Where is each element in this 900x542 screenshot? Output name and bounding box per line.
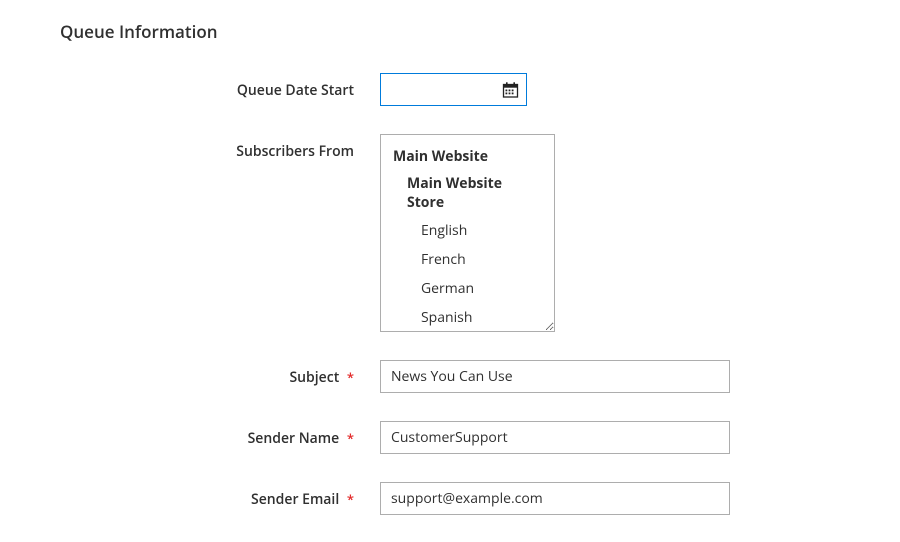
label-subject: Subject *	[60, 360, 380, 387]
listbox-option[interactable]: German	[381, 274, 554, 303]
listbox-store: Main Website Store	[381, 170, 554, 216]
label-text: Sender Name	[248, 429, 340, 448]
label-text: Sender Email	[251, 490, 339, 509]
required-marker: *	[347, 368, 354, 386]
calendar-icon[interactable]	[502, 81, 519, 98]
label-subscribers-from: Subscribers From *	[60, 134, 380, 161]
label-text: Queue Date Start	[237, 81, 354, 100]
row-subject: Subject *	[60, 360, 900, 393]
listbox-option[interactable]: French	[381, 245, 554, 274]
row-queue-date-start: Queue Date Start *	[60, 73, 900, 106]
sender-email-input[interactable]	[380, 482, 730, 515]
required-marker: *	[347, 490, 354, 508]
row-subscribers-from: Subscribers From * Main Website Main Web…	[60, 134, 900, 332]
row-sender-email: Sender Email *	[60, 482, 900, 515]
sender-name-input[interactable]	[380, 421, 730, 454]
required-marker: *	[347, 429, 354, 447]
label-text: Subject	[289, 368, 339, 387]
listbox-website: Main Website	[381, 143, 554, 170]
listbox-option[interactable]: English	[381, 216, 554, 245]
label-text: Subscribers From	[236, 142, 354, 161]
label-queue-date-start: Queue Date Start *	[60, 73, 380, 100]
date-input-wrap	[380, 73, 527, 106]
row-sender-name: Sender Name *	[60, 421, 900, 454]
label-sender-email: Sender Email *	[60, 482, 380, 509]
section-title: Queue Information	[60, 20, 900, 43]
listbox-option[interactable]: Spanish	[381, 303, 554, 332]
label-sender-name: Sender Name *	[60, 421, 380, 448]
subscribers-from-listbox[interactable]: Main Website Main Website Store English …	[380, 134, 555, 332]
subject-input[interactable]	[380, 360, 730, 393]
